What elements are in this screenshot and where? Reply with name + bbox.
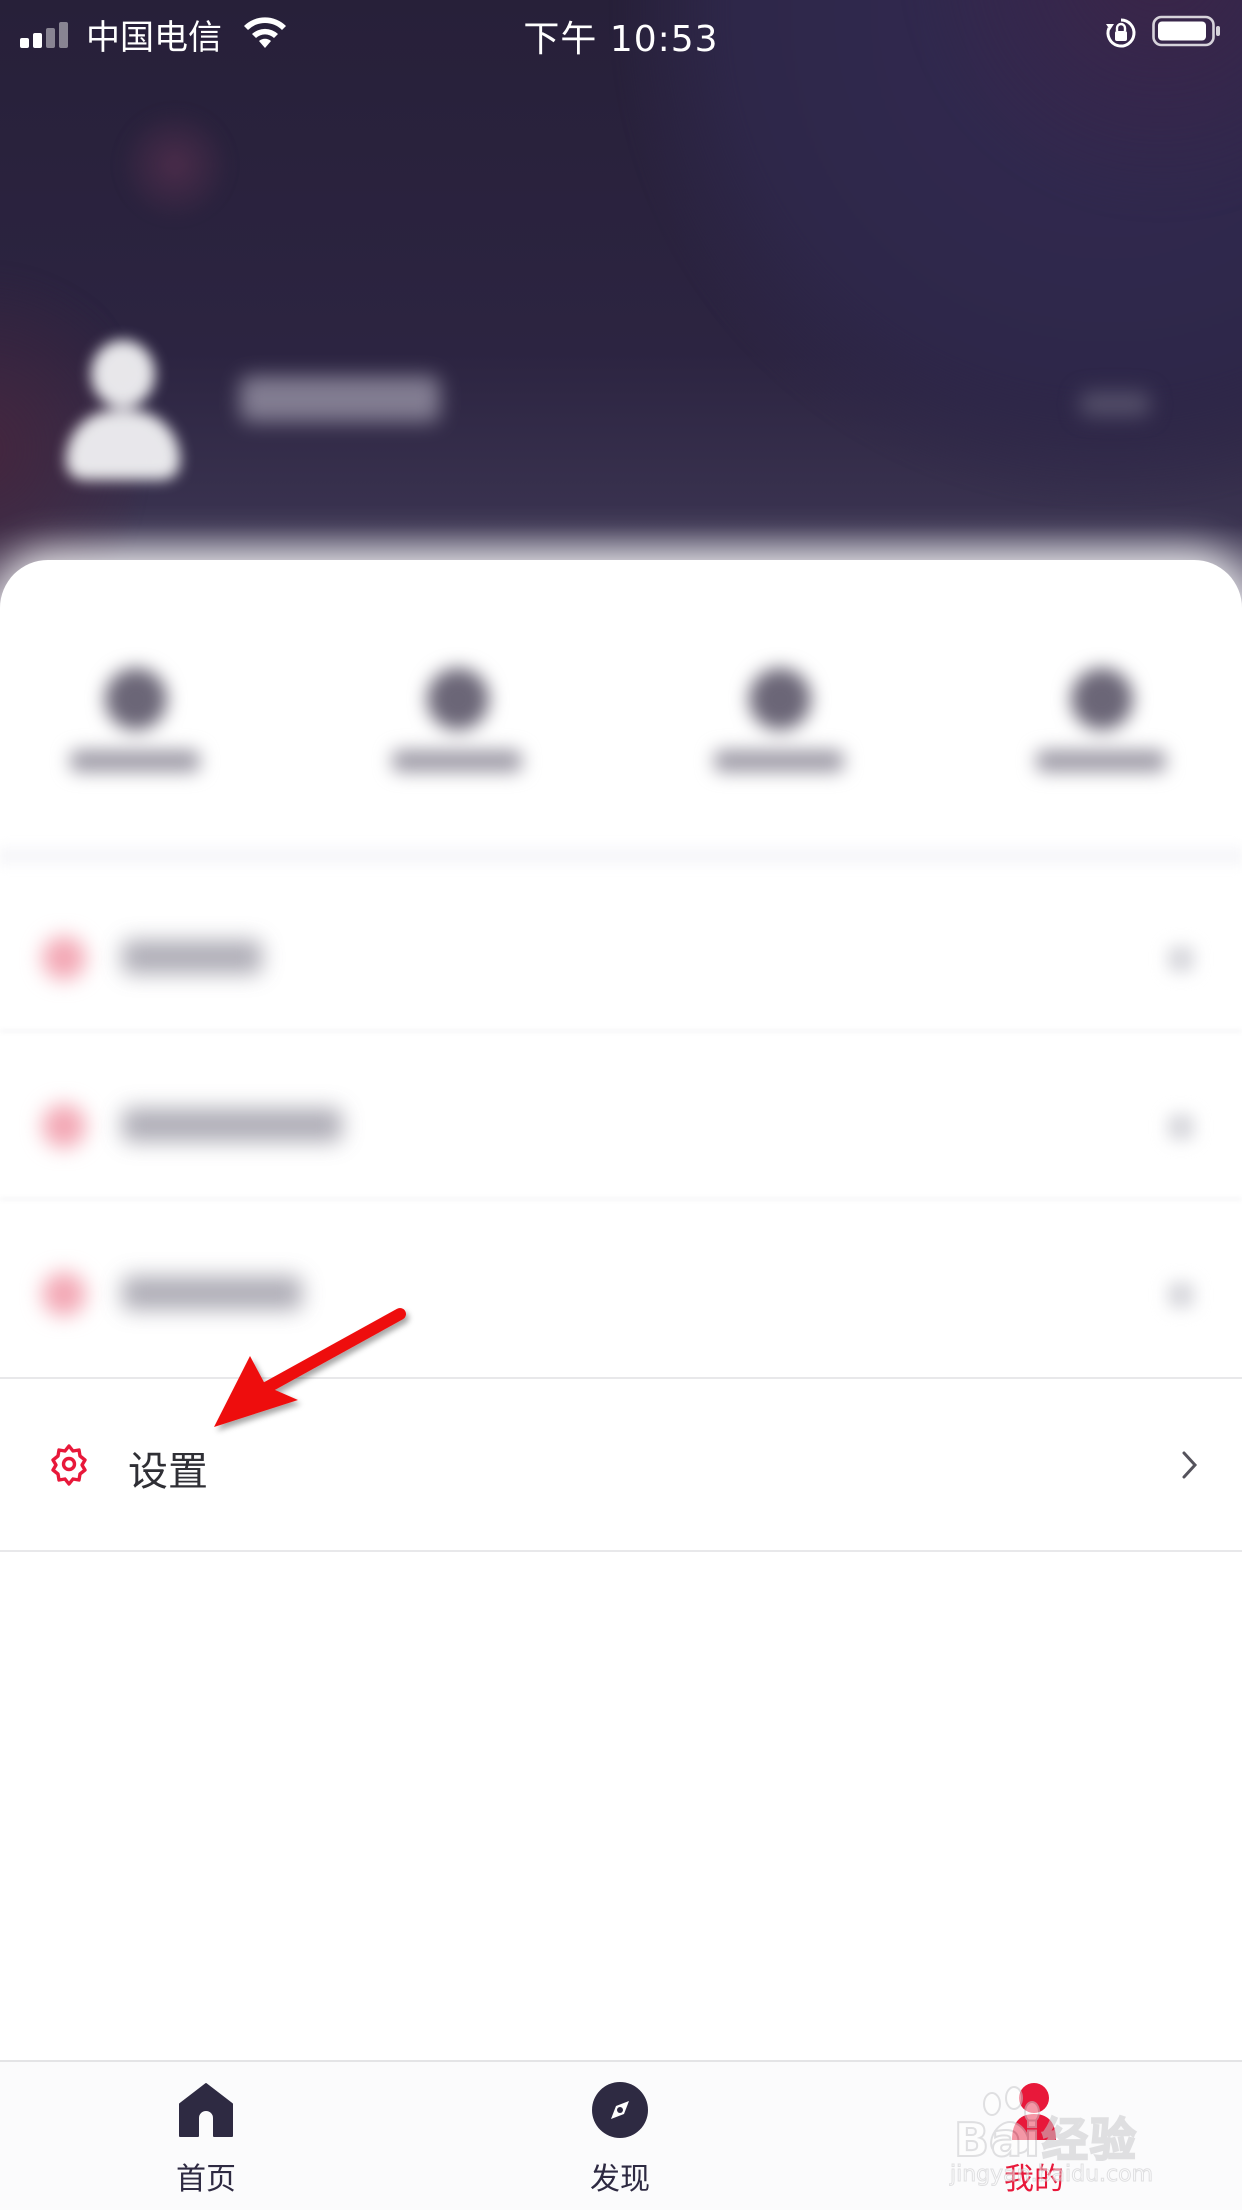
watermark-url: jingyan.baidu.com <box>949 2162 1154 2188</box>
status-time: 下午 10:53 <box>523 19 719 60</box>
rotation-lock-icon <box>1106 18 1136 48</box>
tab-discover-label: 发现 <box>590 2162 650 2197</box>
home-icon <box>179 2083 233 2137</box>
avatar[interactable] <box>58 340 188 490</box>
quick-action-2[interactable] <box>382 650 532 790</box>
annotation-arrow-icon <box>214 1308 406 1427</box>
quick-action-4[interactable] <box>1026 650 1176 790</box>
status-bar: 中国电信 下午 10:53 <box>0 0 1242 64</box>
menu-row-blurred-3[interactable] <box>0 1218 1242 1368</box>
header-decoration <box>120 110 230 220</box>
chevron-right-icon <box>1168 1114 1194 1140</box>
profile-header <box>0 0 1242 640</box>
settings-label: 设置 <box>128 1449 208 1495</box>
menu-row-label-blurred <box>122 940 262 974</box>
chevron-right-icon <box>1168 946 1194 972</box>
chevron-right-icon <box>1182 1451 1198 1479</box>
menu-row-label-blurred <box>122 1108 342 1142</box>
menu-row-blurred-1[interactable] <box>0 882 1242 1032</box>
baidu-jingyan-watermark: Bai经验 jingyan.baidu.com <box>949 2082 1240 2192</box>
compass-icon <box>592 2082 648 2138</box>
quick-action-3[interactable] <box>704 650 854 790</box>
username-blurred[interactable] <box>240 376 440 422</box>
menu-row-icon <box>42 1272 86 1316</box>
profile-link-blurred[interactable] <box>1080 392 1150 416</box>
battery-icon <box>1152 15 1220 47</box>
watermark-logo-text: Bai经验 <box>953 2112 1138 2168</box>
tab-home-label: 首页 <box>176 2162 236 2197</box>
tab-discover[interactable]: 发现 <box>530 2080 710 2200</box>
menu-row-blurred-2[interactable] <box>0 1050 1242 1200</box>
quick-action-1[interactable] <box>60 650 210 790</box>
gear-icon <box>51 1444 87 1486</box>
menu-row-icon <box>42 1104 86 1148</box>
section-divider <box>0 840 1242 872</box>
chevron-right-icon <box>1168 1282 1194 1308</box>
tab-home[interactable]: 首页 <box>116 2080 296 2200</box>
settings-row[interactable]: 设置 <box>0 1377 1242 1552</box>
menu-row-icon <box>42 936 86 980</box>
